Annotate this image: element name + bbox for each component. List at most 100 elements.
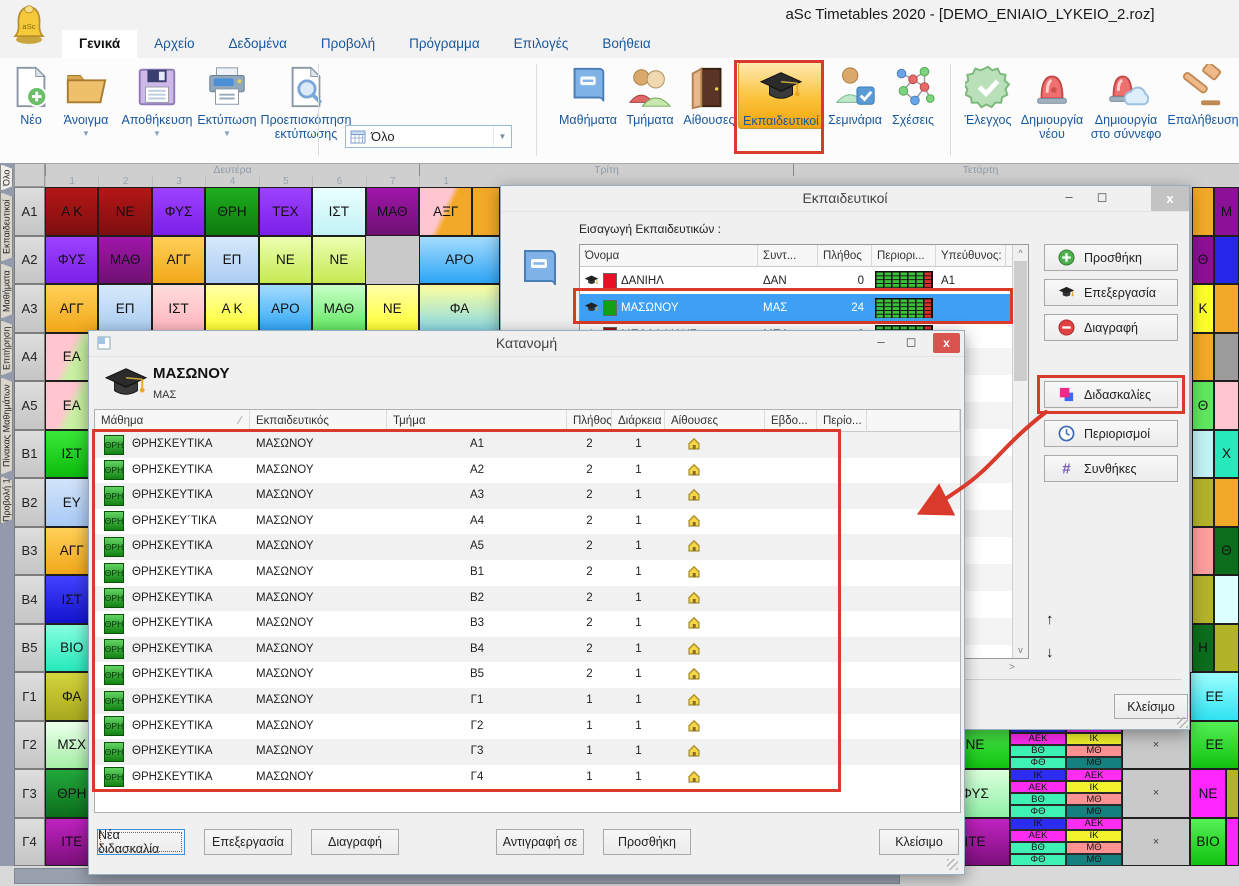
timetable-subcell[interactable]: ΜΘ [1066,805,1122,817]
view-tab-0[interactable]: Όλο [0,164,13,191]
teachers-close-button[interactable]: Κλείσιμο [1114,694,1188,719]
lessons-column-header-4[interactable]: Διάρκεια [612,410,665,432]
timetable-subcell[interactable]: ΙΚ [1066,733,1122,745]
toolbar-button-data-5[interactable]: Σχέσεις [886,62,940,127]
timetable-cell[interactable]: Θ [1192,236,1214,285]
toolbar-button-generate-0[interactable]: Έλεγχος [958,62,1018,127]
timetable-cell[interactable]: Χ [1214,430,1239,479]
toolbar-button-generate-3[interactable]: Επαλήθευση [1166,62,1239,127]
class-row-header-B3[interactable]: B3 [14,527,45,576]
timetable-subcell[interactable]: ΒΘ [1010,745,1066,757]
timetable-cell[interactable]: ΕΕ [1190,721,1239,770]
minimize-icon[interactable]: – [866,331,896,355]
toolbar-button-generate-1[interactable]: Δημιουργία νέου [1018,62,1086,142]
lessons-footer-3-button[interactable]: Αντιγραφή σε [496,829,584,855]
view-selector[interactable]: Όλο ▼ [345,125,512,148]
timetable-cell[interactable] [1192,575,1214,624]
teacher-action-0-button[interactable]: Προσθήκη [1044,244,1178,271]
class-row-header-B2[interactable]: B2 [14,478,45,527]
lesson-row[interactable]: ΘΡΗΘΡΗΣΚΕΥΤΙΚΑΜΑΣΩΝΟΥΓ111 [95,688,960,714]
teachers-column-header-1[interactable]: Συντ... [758,245,818,267]
lesson-row[interactable]: ΘΡΗΘΡΗΣΚΕΥΤΙΚΑΜΑΣΩΝΟΥB321 [95,611,960,637]
lessons-column-header-3[interactable]: Πλήθος [567,410,612,432]
timetable-subcell[interactable]: ΙΚ [1010,818,1066,830]
timetable-cell[interactable]: ΦΥΣ [45,236,98,285]
menu-item-3[interactable]: Προβολή [304,30,392,58]
lesson-row[interactable]: ΘΡΗΘΡΗΣΚΕΥΤΙΚΑΜΑΣΩΝΟΥΓ411 [95,765,960,791]
timetable-cell[interactable]: ΕΠ [205,236,258,285]
move-down-icon[interactable]: ↓ [1046,644,1054,661]
toolbar-button-generate-2[interactable]: Δημιουργία στο σύννεφο [1086,62,1166,142]
timetable-cell[interactable]: ΙΣΤ [152,284,205,333]
timetable-cell[interactable]: Μ [1214,187,1239,236]
timetable-cell[interactable] [472,187,500,236]
timetable-cell[interactable]: ΝΕ [259,236,312,285]
timetable-cell[interactable]: ΒΙΟ [1190,818,1226,867]
timetable-cell[interactable]: ΦΥΣ [152,187,205,236]
lessons-footer-2-button[interactable]: Διαγραφή [311,829,399,855]
class-row-header-A2[interactable]: A2 [14,236,45,285]
teachers-column-header-2[interactable]: Πλήθος [818,245,872,267]
timetable-subcell[interactable]: ΑΕΚ [1066,818,1122,830]
timetable-cell[interactable] [1214,624,1239,673]
timetable-subcell[interactable]: ΦΘ [1010,805,1066,817]
class-row-header-Γ1[interactable]: Γ1 [14,672,45,721]
timetable-subcell[interactable]: ΜΘ [1066,842,1122,854]
lessons-column-header-6[interactable]: Εβδο... [765,410,817,432]
class-row-header-B4[interactable]: B4 [14,575,45,624]
lesson-row[interactable]: ΘΡΗΘΡΗΣΚΕΥΤΙΚΑΜΑΣΩΝΟΥA221 [95,458,960,484]
teacher-action-5-button[interactable]: #Συνθήκες [1044,455,1178,482]
class-row-header-A5[interactable]: A5 [14,381,45,430]
scroll-right-icon[interactable]: > [1009,662,1015,673]
scroll-up-icon[interactable]: ^ [1013,245,1028,261]
timetable-cell[interactable]: ΝΕ [366,284,419,333]
timetable-cell[interactable] [1214,284,1239,333]
teacher-row[interactable]: ΔΑΝΙΗΛΔΑΝ0A1 [580,267,1014,294]
view-tab-3[interactable]: Επιτήρηση [0,320,13,376]
timetable-cell[interactable]: Θ [1214,527,1239,576]
lesson-row[interactable]: ΘΡΗΘΡΗΣΚΕΥ΄ΤΙΚΑΜΑΣΩΝΟΥA421 [95,509,960,535]
timetable-cell[interactable]: ΑΞΓ [419,187,472,236]
toolbar-button-file-0[interactable]: Νέο [8,62,54,127]
menu-item-2[interactable]: Δεδομένα [211,30,303,58]
timetable-subcell[interactable]: ΜΘ [1066,745,1122,757]
timetable-cell[interactable]: ΤΕΧ [259,187,312,236]
timetable-subcell[interactable]: ΑΕΚ [1010,830,1066,842]
timetable-cell[interactable]: × [1122,769,1190,818]
close-icon[interactable]: x [933,333,960,353]
lessons-column-header-2[interactable]: Τμήμα [387,410,567,432]
lesson-row[interactable]: ΘΡΗΘΡΗΣΚΕΥΤΙΚΑΜΑΣΩΝΟΥB221 [95,586,960,612]
timetable-cell[interactable]: Θ [1192,381,1214,430]
toolbar-button-data-0[interactable]: Μαθήματα [556,62,620,127]
teacher-action-3-button[interactable]: Διδασκαλίες [1044,381,1178,408]
timetable-cell[interactable] [1214,575,1239,624]
teachers-column-header-4[interactable]: Υπεύθυνος: [936,245,1006,267]
class-row-header-B5[interactable]: B5 [14,624,45,673]
lessons-footer-1-button[interactable]: Επεξεργασία [204,829,292,855]
menu-item-5[interactable]: Επιλογές [497,30,586,58]
timetable-cell[interactable] [1192,333,1214,382]
lessons-footer-0-button[interactable]: Νέα διδασκαλία [97,829,185,855]
class-row-header-A1[interactable]: A1 [14,187,45,236]
class-row-header-A3[interactable]: A3 [14,284,45,333]
move-up-icon[interactable]: ↑ [1046,611,1054,628]
lesson-row[interactable]: ΘΡΗΘΡΗΣΚΕΥΤΙΚΑΜΑΣΩΝΟΥB521 [95,662,960,688]
timetable-cell[interactable] [1192,527,1214,576]
class-row-header-Γ2[interactable]: Γ2 [14,721,45,770]
toolbar-button-file-1[interactable]: Άνοιγμα▼ [54,62,118,138]
timetable-subcell[interactable]: ΜΘ [1066,757,1122,769]
class-row-header-Γ3[interactable]: Γ3 [14,769,45,818]
menu-item-1[interactable]: Αρχείο [137,30,211,58]
chevron-down-icon[interactable]: ▼ [493,126,511,147]
resize-grip[interactable] [947,859,958,870]
timetable-cell[interactable] [1192,187,1214,236]
menu-item-4[interactable]: Πρόγραμμα [392,30,497,58]
menu-item-0[interactable]: Γενικά [62,30,137,58]
timetable-cell[interactable]: Α Κ [205,284,258,333]
timetable-cell[interactable]: ΜΑΘ [98,236,151,285]
view-tab-2[interactable]: Μαθήματα [0,263,13,319]
timetable-subcell[interactable]: ΑΕΚ [1010,781,1066,793]
timetable-cell[interactable]: ΝΕ [98,187,151,236]
lessons-column-header-7[interactable]: Περίο... [817,410,867,432]
timetable-subcell[interactable]: ΜΘ [1066,793,1122,805]
